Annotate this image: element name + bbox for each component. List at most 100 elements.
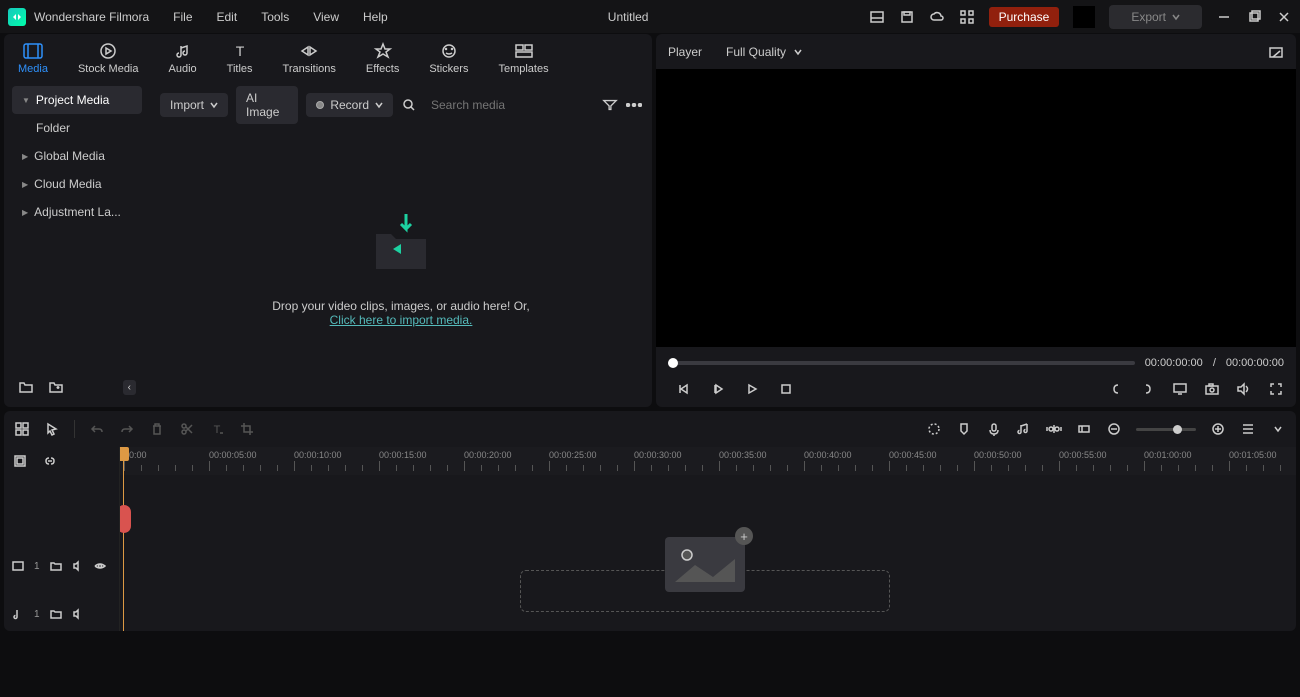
mark-in-icon[interactable] bbox=[1108, 381, 1124, 397]
sidebar-global-media[interactable]: ▶Global Media bbox=[12, 142, 142, 170]
ruler-mark: 00:00:45:00 bbox=[889, 450, 937, 460]
track-folder-icon[interactable] bbox=[50, 560, 62, 572]
ruler-mark: 00:00:15:00 bbox=[379, 450, 427, 460]
tab-effects[interactable]: Effects bbox=[366, 42, 399, 80]
total-timecode: 00:00:00:00 bbox=[1226, 357, 1284, 369]
magnet-icon[interactable] bbox=[12, 453, 28, 469]
sidebar-folder[interactable]: Folder bbox=[12, 114, 142, 142]
search-icon bbox=[401, 97, 417, 113]
ruler-mark: 00:00:10:00 bbox=[294, 450, 342, 460]
cursor-icon[interactable] bbox=[44, 421, 60, 437]
zoom-in-icon[interactable] bbox=[1210, 421, 1226, 437]
new-bin-icon[interactable] bbox=[48, 379, 64, 395]
search-input[interactable] bbox=[423, 94, 594, 116]
split-icon[interactable] bbox=[179, 421, 195, 437]
player-label: Player bbox=[668, 45, 702, 59]
menu-help[interactable]: Help bbox=[363, 10, 388, 24]
scrub-track[interactable] bbox=[668, 361, 1135, 365]
clip-tool-icon[interactable] bbox=[1076, 421, 1092, 437]
volume-icon[interactable] bbox=[1236, 381, 1252, 397]
render-icon[interactable] bbox=[926, 421, 942, 437]
close-icon[interactable] bbox=[1276, 9, 1292, 25]
timeline-ruler[interactable]: 00:0000:00:05:0000:00:10:0000:00:15:0000… bbox=[120, 447, 1296, 475]
tab-stickers[interactable]: Stickers bbox=[429, 42, 468, 80]
more-icon[interactable] bbox=[626, 97, 642, 113]
menu-edit[interactable]: Edit bbox=[217, 10, 238, 24]
filter-icon[interactable] bbox=[602, 97, 618, 113]
ruler-mark: 00:00:55:00 bbox=[1059, 450, 1107, 460]
mark-out-icon[interactable] bbox=[1140, 381, 1156, 397]
timeline-tracks[interactable]: 00:0000:00:05:0000:00:10:0000:00:15:0000… bbox=[120, 447, 1296, 631]
document-title: Untitled bbox=[388, 10, 869, 24]
scrub-thumb[interactable] bbox=[668, 358, 678, 368]
menu-tools[interactable]: Tools bbox=[261, 10, 289, 24]
fullscreen-icon[interactable] bbox=[1268, 381, 1284, 397]
grid-icon[interactable] bbox=[14, 421, 30, 437]
panel-tabs: Media Stock Media Audio T Titles Transit… bbox=[4, 34, 652, 80]
tab-transitions[interactable]: Transitions bbox=[283, 42, 336, 80]
audio-mute-icon[interactable] bbox=[72, 608, 84, 620]
camera-icon[interactable] bbox=[1204, 381, 1220, 397]
menu-view[interactable]: View bbox=[313, 10, 339, 24]
track-mute-icon[interactable] bbox=[72, 560, 84, 572]
undo-icon[interactable] bbox=[89, 421, 105, 437]
record-button[interactable]: Record bbox=[306, 93, 393, 117]
media-sidebar: ▼Project Media Folder ▶Global Media ▶Clo… bbox=[4, 80, 150, 407]
link-icon[interactable] bbox=[42, 453, 58, 469]
timecode-sep: / bbox=[1213, 357, 1216, 369]
sidebar-cloud-media[interactable]: ▶Cloud Media bbox=[12, 170, 142, 198]
marker-icon[interactable] bbox=[956, 421, 972, 437]
play-icon[interactable] bbox=[744, 381, 760, 397]
auto-tool-icon[interactable] bbox=[1046, 421, 1062, 437]
video-track-header[interactable]: 1 bbox=[4, 549, 119, 583]
import-link[interactable]: Click here to import media. bbox=[330, 313, 473, 327]
collapse-sidebar-icon[interactable]: ‹ bbox=[123, 380, 136, 395]
voiceover-icon[interactable] bbox=[986, 421, 1002, 437]
display-icon[interactable] bbox=[1172, 381, 1188, 397]
audio-folder-icon[interactable] bbox=[50, 608, 62, 620]
audio-track-header[interactable]: 1 bbox=[4, 597, 119, 631]
crop-icon[interactable] bbox=[239, 421, 255, 437]
tab-stock-media[interactable]: Stock Media bbox=[78, 42, 139, 80]
purchase-button[interactable]: Purchase bbox=[989, 7, 1060, 27]
media-cue[interactable] bbox=[120, 505, 131, 533]
sidebar-adjustment-layer[interactable]: ▶Adjustment La... bbox=[12, 198, 142, 226]
ai-image-button[interactable]: AI Image bbox=[236, 86, 298, 124]
sidebar-project-media[interactable]: ▼Project Media bbox=[12, 86, 142, 114]
new-folder-icon[interactable] bbox=[18, 379, 34, 395]
tab-audio[interactable]: Audio bbox=[169, 42, 197, 80]
audio-mix-icon[interactable] bbox=[1016, 421, 1032, 437]
avatar-slot[interactable] bbox=[1073, 6, 1095, 28]
tab-media[interactable]: Media bbox=[18, 42, 48, 80]
menu-file[interactable]: File bbox=[173, 10, 192, 24]
titlebar: Wondershare Filmora File Edit Tools View… bbox=[0, 0, 1300, 33]
step-back-icon[interactable] bbox=[710, 381, 726, 397]
player-stage[interactable] bbox=[656, 69, 1296, 347]
playhead[interactable] bbox=[123, 447, 124, 631]
track-visible-icon[interactable] bbox=[94, 560, 106, 572]
track-list-icon[interactable] bbox=[1240, 421, 1256, 437]
layout-icon[interactable] bbox=[869, 9, 885, 25]
track-options-icon[interactable] bbox=[1270, 421, 1286, 437]
redo-icon[interactable] bbox=[119, 421, 135, 437]
minimize-icon[interactable] bbox=[1216, 9, 1232, 25]
snapshot-panel-icon[interactable] bbox=[1268, 44, 1284, 60]
delete-icon[interactable] bbox=[149, 421, 165, 437]
ruler-mark: 00:01:05:00 bbox=[1229, 450, 1277, 460]
prev-frame-icon[interactable] bbox=[676, 381, 692, 397]
cloud-icon[interactable] bbox=[929, 9, 945, 25]
maximize-icon[interactable] bbox=[1246, 9, 1262, 25]
tab-titles[interactable]: T Titles bbox=[227, 42, 253, 80]
apps-icon[interactable] bbox=[959, 9, 975, 25]
text-icon[interactable]: T bbox=[209, 421, 225, 437]
stop-icon[interactable] bbox=[778, 381, 794, 397]
zoom-out-icon[interactable] bbox=[1106, 421, 1122, 437]
media-drop-area[interactable]: Drop your video clips, images, or audio … bbox=[160, 124, 642, 401]
zoom-slider[interactable] bbox=[1136, 428, 1196, 431]
quality-dropdown[interactable]: Full Quality bbox=[718, 42, 810, 62]
tab-templates[interactable]: Templates bbox=[498, 42, 548, 80]
plus-badge-icon: + bbox=[735, 527, 753, 545]
import-button[interactable]: Import bbox=[160, 93, 228, 117]
save-icon[interactable] bbox=[899, 9, 915, 25]
export-button[interactable]: Export bbox=[1109, 5, 1202, 29]
